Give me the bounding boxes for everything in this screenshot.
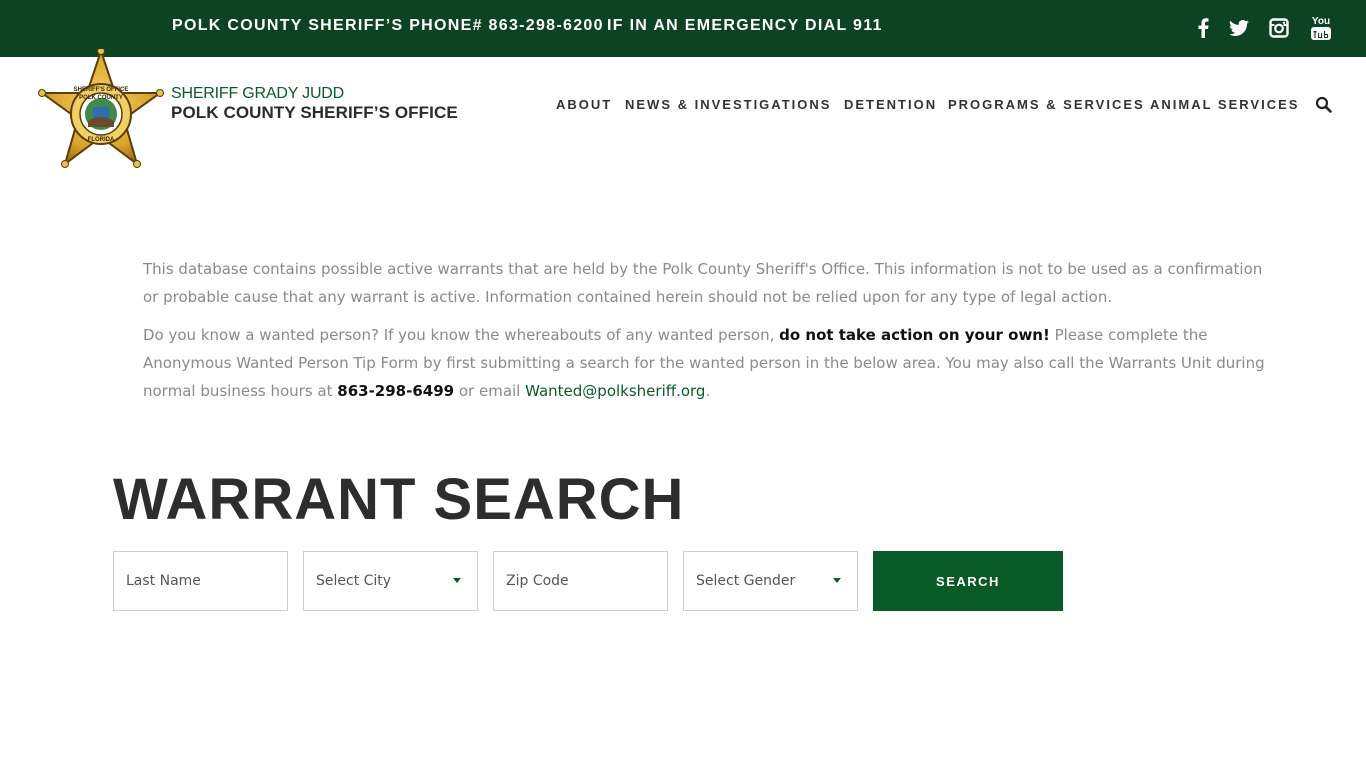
twitter-icon[interactable] bbox=[1228, 17, 1250, 39]
instagram-icon[interactable] bbox=[1269, 17, 1289, 39]
badge-text-top: SHERIFF'S OFFICE bbox=[74, 87, 129, 93]
sheriff-phone-text: POLK COUNTY SHERIFF’S PHONE# 863-298-620… bbox=[172, 17, 604, 34]
last-name-input[interactable]: Last Name bbox=[113, 551, 288, 611]
gender-select-value: Select Gender bbox=[696, 573, 796, 589]
sheriff-badge-logo[interactable]: SHERIFF'S OFFICE POLK COUNTY FLORIDA bbox=[38, 47, 164, 169]
city-select[interactable]: Select City bbox=[303, 551, 478, 611]
nav-news-investigations[interactable]: NEWS & INVESTIGATIONS bbox=[625, 97, 831, 115]
nav-about[interactable]: ABOUT bbox=[556, 97, 612, 115]
city-chevron-down-icon bbox=[453, 578, 461, 583]
warrants-email-link[interactable]: Wanted@polksheriff.org bbox=[525, 382, 705, 400]
tip-text-a: Do you know a wanted person? If you know… bbox=[143, 326, 780, 344]
brand-sheriff-name[interactable]: SHERIFF GRADY JUDD bbox=[171, 85, 344, 103]
youtube-icon[interactable]: You bbox=[1310, 15, 1332, 41]
tip-warning: do not take action on your own! bbox=[779, 326, 1050, 344]
gender-chevron-down-icon bbox=[833, 578, 841, 583]
page-title: WARRANT SEARCH bbox=[113, 467, 685, 532]
emergency-text: IF IN AN EMERGENCY DIAL 911 bbox=[607, 17, 883, 34]
city-select-value: Select City bbox=[316, 573, 392, 589]
nav-animal-services[interactable]: ANIMAL SERVICES bbox=[1150, 97, 1299, 115]
tip-paragraph: Do you know a wanted person? If you know… bbox=[143, 321, 1278, 405]
zip-code-input[interactable]: Zip Code bbox=[493, 551, 668, 611]
search-icon[interactable] bbox=[1315, 96, 1333, 114]
tip-text-d: . bbox=[705, 382, 711, 400]
top-bar: POLK COUNTY SHERIFF’S PHONE# 863-298-620… bbox=[0, 0, 1366, 57]
last-name-placeholder: Last Name bbox=[126, 573, 201, 589]
brand-office-name[interactable]: POLK COUNTY SHERIFF’S OFFICE bbox=[171, 103, 458, 123]
badge-text-bottom: FLORIDA bbox=[88, 137, 115, 143]
disclaimer-paragraph: This database contains possible active w… bbox=[143, 260, 1263, 306]
zip-code-placeholder: Zip Code bbox=[506, 573, 569, 589]
gender-select[interactable]: Select Gender bbox=[683, 551, 858, 611]
warrants-phone: 863-298-6499 bbox=[337, 382, 455, 400]
nav-programs-services[interactable]: PROGRAMS & SERVICES bbox=[948, 97, 1145, 115]
badge-text-mid: POLK COUNTY bbox=[79, 95, 123, 101]
search-button[interactable]: SEARCH bbox=[873, 551, 1063, 611]
tip-text-c: or email bbox=[454, 382, 526, 400]
facebook-icon[interactable] bbox=[1195, 17, 1211, 39]
nav-detention[interactable]: DETENTION bbox=[844, 97, 937, 115]
youtube-icon-label: You bbox=[1311, 16, 1331, 27]
